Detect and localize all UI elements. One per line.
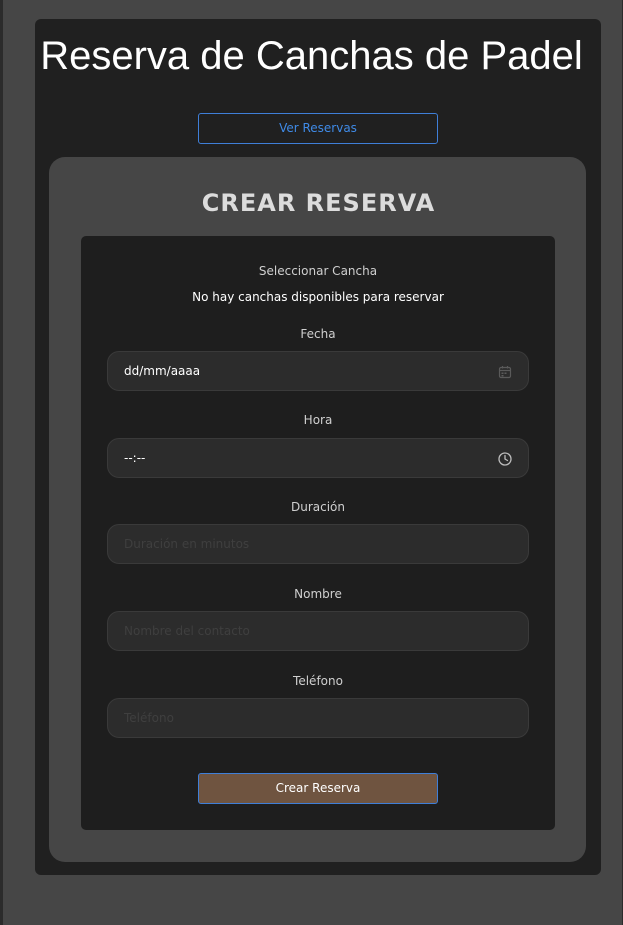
time-value: --:-- (124, 451, 146, 465)
phone-input[interactable] (108, 699, 528, 737)
section-title: CREAR RESERVA (201, 189, 436, 217)
time-field[interactable]: --:-- (107, 438, 529, 478)
ver-reservas-button[interactable]: Ver Reservas (198, 113, 438, 144)
name-label: Nombre (294, 587, 342, 601)
window-left-edge (0, 0, 3, 925)
date-value: dd/mm/aaaa (124, 364, 201, 378)
duration-input[interactable] (108, 525, 528, 563)
phone-field (107, 698, 529, 738)
duration-label: Duración (290, 500, 345, 514)
date-label: Fecha (300, 327, 336, 341)
name-field (107, 611, 529, 651)
time-label: Hora (303, 413, 333, 427)
clock-icon[interactable] (498, 451, 512, 466)
crear-reserva-button[interactable]: Crear Reserva (198, 773, 438, 804)
page-title: Reserva de Canchas de Padel (40, 34, 583, 78)
phone-label: Teléfono (293, 674, 343, 688)
no-courts-message: No hay canchas disponibles para reservar (192, 290, 444, 304)
duration-field (107, 524, 529, 564)
court-label: Seleccionar Cancha (258, 264, 378, 278)
date-field[interactable]: dd/mm/aaaa (107, 351, 529, 391)
name-input[interactable] (108, 612, 528, 650)
calendar-icon[interactable] (498, 364, 512, 379)
